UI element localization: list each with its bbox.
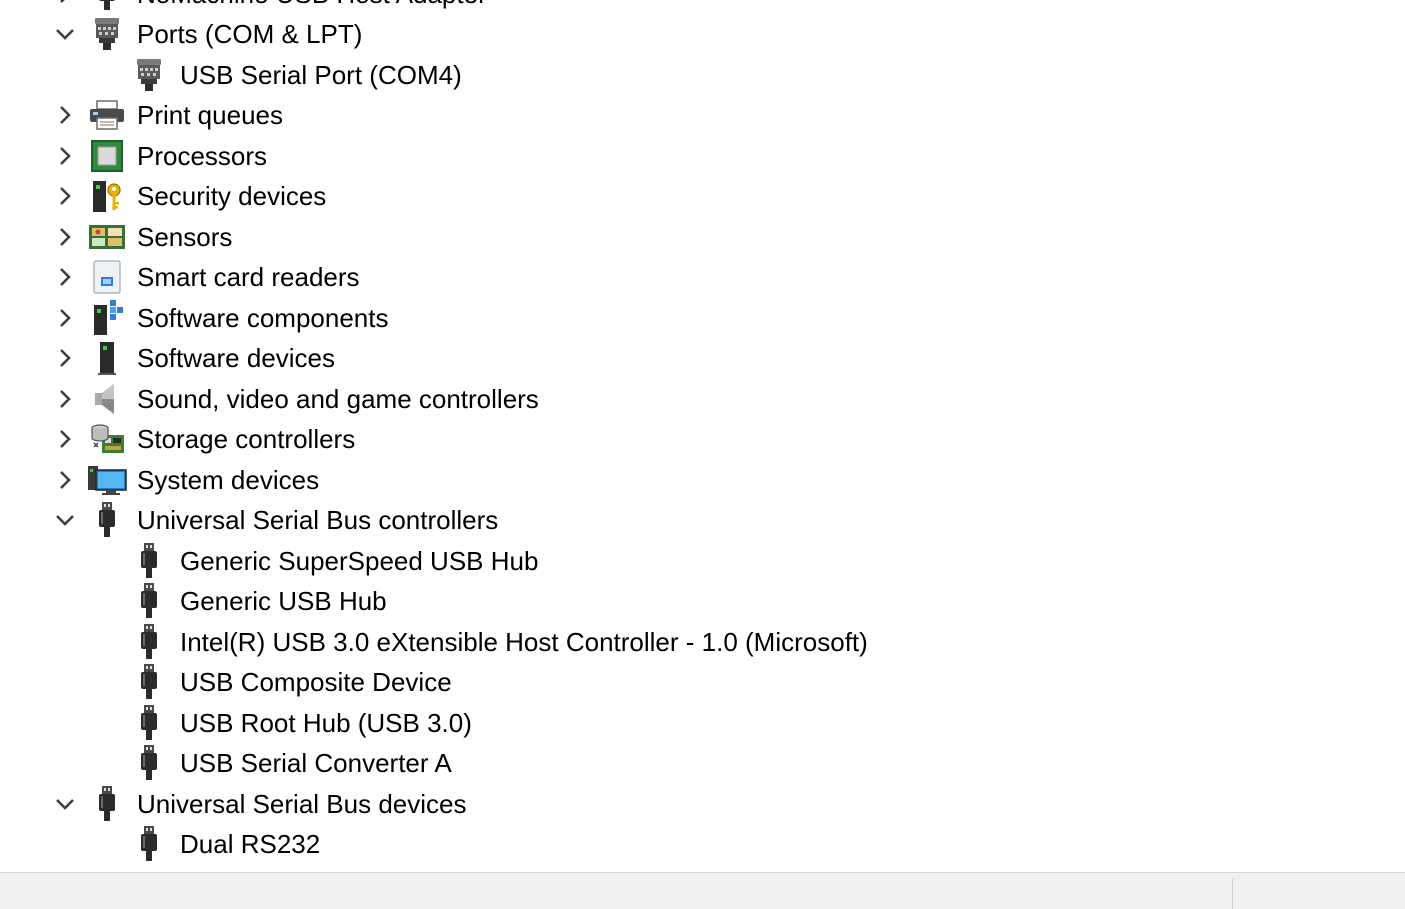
usb-icon [129,622,169,662]
usb-icon [129,581,169,621]
tree-row-label: USB Serial Port (COM4) [180,59,462,90]
chevron-right-icon[interactable] [50,95,80,135]
tree-category-universal-serial-bus-controllers[interactable]: Universal Serial Bus controllers [0,500,1405,540]
chevron-right-icon[interactable] [50,217,80,257]
tree-row-label: Software devices [137,343,335,373]
storage-icon [87,419,127,459]
tree-row-label: Software components [137,302,389,333]
tree-row-label: USB Composite Device [180,667,452,697]
tree-row-label: Dual RS232 [180,829,321,859]
tree-row-label: USB Serial Converter A [180,748,452,778]
usb-icon [129,541,169,581]
software-component-icon [87,298,127,338]
security-key-icon [87,176,127,216]
usb-icon [129,824,169,864]
smart-card-icon [87,257,127,297]
tree-row-label: System devices [137,464,320,495]
chevron-right-icon[interactable] [50,0,80,14]
tree-category-software-components[interactable]: Software components [0,298,1405,338]
tree-row-label: Generic USB Hub [180,586,387,616]
chevron-right-icon[interactable] [50,298,80,338]
tree-category-print-queues[interactable]: Print queues [0,95,1405,135]
tree-category-software-devices[interactable]: Software devices [0,338,1405,378]
software-device-icon [87,338,127,378]
tree-row-label: Smart card readers [137,262,360,292]
device-tree[interactable]: NoMachine USB Host Adapter Ports (COM & … [0,0,1405,872]
tree-category-sound-video-and-game-controllers[interactable]: Sound, video and game controllers [0,379,1405,419]
tree-row-label: NoMachine USB Host Adapter [137,0,487,14]
tree-row-label: Intel(R) USB 3.0 eXtensible Host Control… [180,626,868,657]
tree-device-dual-rs232[interactable]: Dual RS232 [0,824,1405,864]
tree-category-processors[interactable]: Processors [0,136,1405,176]
usb-icon [87,500,127,540]
usb-icon [129,743,169,783]
chevron-right-icon[interactable] [50,257,80,297]
tree-row-label: Storage controllers [137,424,356,454]
tree-category-system-devices[interactable]: System devices [0,460,1405,500]
tree-device-usb-serial-port-com4[interactable]: USB Serial Port (COM4) [0,55,1405,95]
monitor-icon [87,460,127,500]
tree-row-label: Security devices [137,181,327,211]
tree-device-usb-root-hub-usb-3-0[interactable]: USB Root Hub (USB 3.0) [0,703,1405,743]
usb-icon [129,703,169,743]
chevron-right-icon[interactable] [50,419,80,459]
chevron-right-icon[interactable] [50,460,80,500]
processor-icon [87,136,127,176]
tree-row-label: Processors [137,140,268,171]
chevron-right-icon[interactable] [50,136,80,176]
tree-row-label: Print queues [137,100,283,130]
tree-device-intel-r-usb-3-0-extensible-host-controller-1-0-microsoft[interactable]: Intel(R) USB 3.0 eXtensible Host Control… [0,622,1405,662]
usb-icon [87,784,127,824]
chevron-right-icon[interactable] [50,176,80,216]
tree-device-usb-composite-device[interactable]: USB Composite Device [0,662,1405,702]
printer-icon [87,95,127,135]
tree-category-ports-com-lpt[interactable]: Ports (COM & LPT) [0,14,1405,54]
chevron-right-icon[interactable] [50,379,80,419]
status-bar [0,872,1405,909]
status-pane-main [0,873,1232,909]
tree-row-partial[interactable]: NoMachine USB Host Adapter [0,0,1405,14]
chevron-down-icon[interactable] [50,500,80,540]
tree-row-label: Universal Serial Bus controllers [137,505,499,535]
usb-icon [87,0,127,14]
sensor-icon [87,217,127,257]
tree-device-usb-serial-converter-a[interactable]: USB Serial Converter A [0,743,1405,783]
tree-device-generic-usb-hub[interactable]: Generic USB Hub [0,581,1405,621]
chevron-down-icon[interactable] [50,784,80,824]
tree-row-label: USB Root Hub (USB 3.0) [180,707,472,738]
tree-row-label: Sensors [137,221,233,252]
port-icon [129,55,169,95]
tree-row-label: Sound, video and game controllers [137,383,539,414]
tree-device-generic-superspeed-usb-hub[interactable]: Generic SuperSpeed USB Hub [0,541,1405,581]
tree-category-security-devices[interactable]: Security devices [0,176,1405,216]
port-icon [87,14,127,54]
status-pane-secondary [1233,873,1405,909]
tree-category-universal-serial-bus-devices[interactable]: Universal Serial Bus devices [0,784,1405,824]
chevron-down-icon[interactable] [50,14,80,54]
tree-row-label: Ports (COM & LPT) [137,19,363,49]
tree-category-sensors[interactable]: Sensors [0,217,1405,257]
usb-icon [129,662,169,702]
tree-row-label: Generic SuperSpeed USB Hub [180,545,539,576]
tree-category-storage-controllers[interactable]: Storage controllers [0,419,1405,459]
speaker-icon [87,379,127,419]
tree-category-smart-card-readers[interactable]: Smart card readers [0,257,1405,297]
tree-row-label: Universal Serial Bus devices [137,788,467,819]
chevron-right-icon[interactable] [50,338,80,378]
